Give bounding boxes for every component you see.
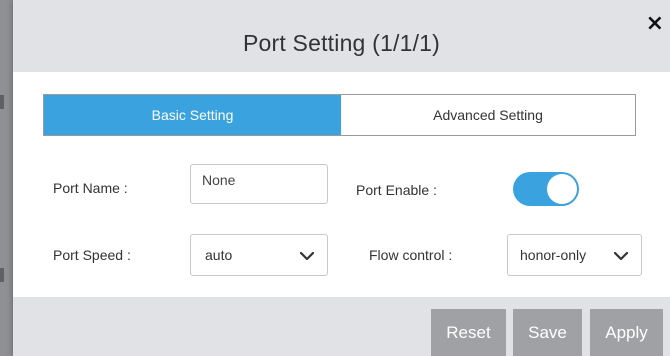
port-name-label: Port Name : <box>53 180 128 196</box>
flow-control-select[interactable]: honor-only <box>507 234 642 276</box>
toggle-knob <box>547 174 577 204</box>
port-speed-label: Port Speed : <box>53 247 131 263</box>
flow-control-value: honor-only <box>520 247 587 263</box>
apply-button[interactable]: Apply <box>590 309 663 356</box>
backdrop-mark <box>0 268 4 282</box>
dialog-title: Port Setting (1/1/1) <box>242 29 441 56</box>
flow-control-label: Flow control : <box>369 247 453 263</box>
chevron-down-icon <box>613 251 629 261</box>
dialog-header: Port Setting (1/1/1) <box>13 0 670 72</box>
port-setting-dialog: Port Setting (1/1/1) × Basic Setting Adv… <box>13 0 670 356</box>
tab-advanced-setting[interactable]: Advanced Setting <box>341 95 635 135</box>
close-icon[interactable]: × <box>646 13 664 35</box>
backdrop-mark <box>0 95 4 109</box>
save-button[interactable]: Save <box>513 309 582 356</box>
tab-basic-setting[interactable]: Basic Setting <box>44 95 341 135</box>
chevron-down-icon <box>299 251 315 261</box>
port-enable-label: Port Enable : <box>356 182 437 198</box>
port-speed-value: auto <box>205 247 233 263</box>
port-speed-select[interactable]: auto <box>190 234 328 276</box>
tab-bar: Basic Setting Advanced Setting <box>43 94 636 136</box>
port-name-input[interactable] <box>190 164 328 204</box>
port-enable-toggle[interactable] <box>513 172 579 206</box>
reset-button[interactable]: Reset <box>431 309 506 356</box>
